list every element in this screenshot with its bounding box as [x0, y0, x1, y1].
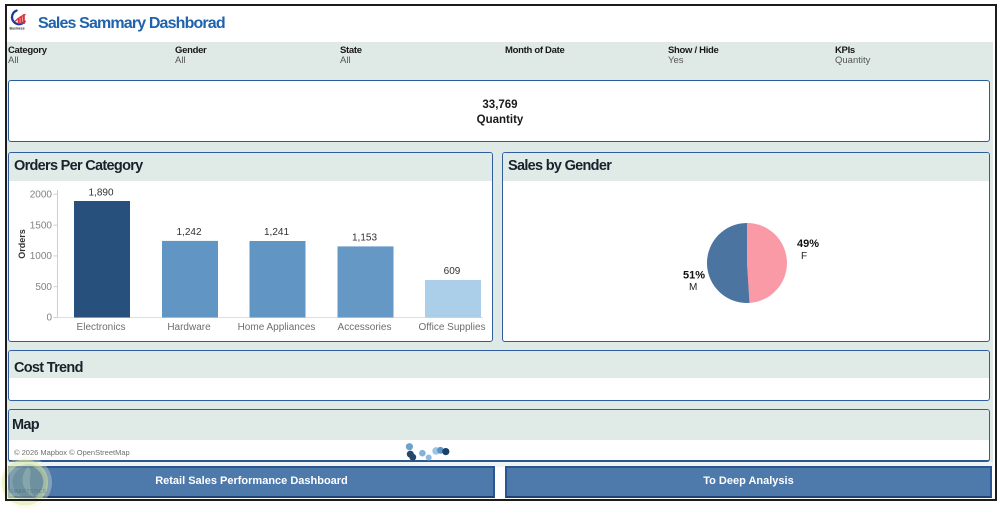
svg-text:1500: 1500 — [30, 220, 53, 231]
svg-text:500: 500 — [35, 282, 52, 293]
svg-text:M: M — [689, 282, 697, 293]
svg-text:1000: 1000 — [30, 251, 53, 262]
svg-text:Accessories: Accessories — [338, 322, 392, 333]
svg-text:0: 0 — [46, 313, 52, 324]
svg-text:SMARTSTICS: SMARTSTICS — [10, 489, 47, 495]
svg-text:51%: 51% — [683, 270, 705, 282]
svg-text:Hardware: Hardware — [167, 322, 211, 333]
svg-text:Office Supplies: Office Supplies — [418, 322, 485, 333]
svg-text:49%: 49% — [797, 238, 819, 250]
svg-text:609: 609 — [444, 266, 461, 277]
svg-text:1,241: 1,241 — [264, 227, 289, 238]
svg-text:Home Appliances: Home Appliances — [238, 322, 316, 333]
svg-text:1,242: 1,242 — [176, 227, 201, 238]
svg-text:Electronics: Electronics — [77, 322, 126, 333]
svg-text:1,890: 1,890 — [88, 188, 113, 199]
svg-text:2000: 2000 — [30, 189, 53, 200]
svg-text:F: F — [801, 251, 807, 262]
svg-text:Orders: Orders — [17, 229, 27, 259]
svg-text:1,153: 1,153 — [352, 232, 377, 243]
svg-text:Business: Business — [10, 27, 25, 31]
